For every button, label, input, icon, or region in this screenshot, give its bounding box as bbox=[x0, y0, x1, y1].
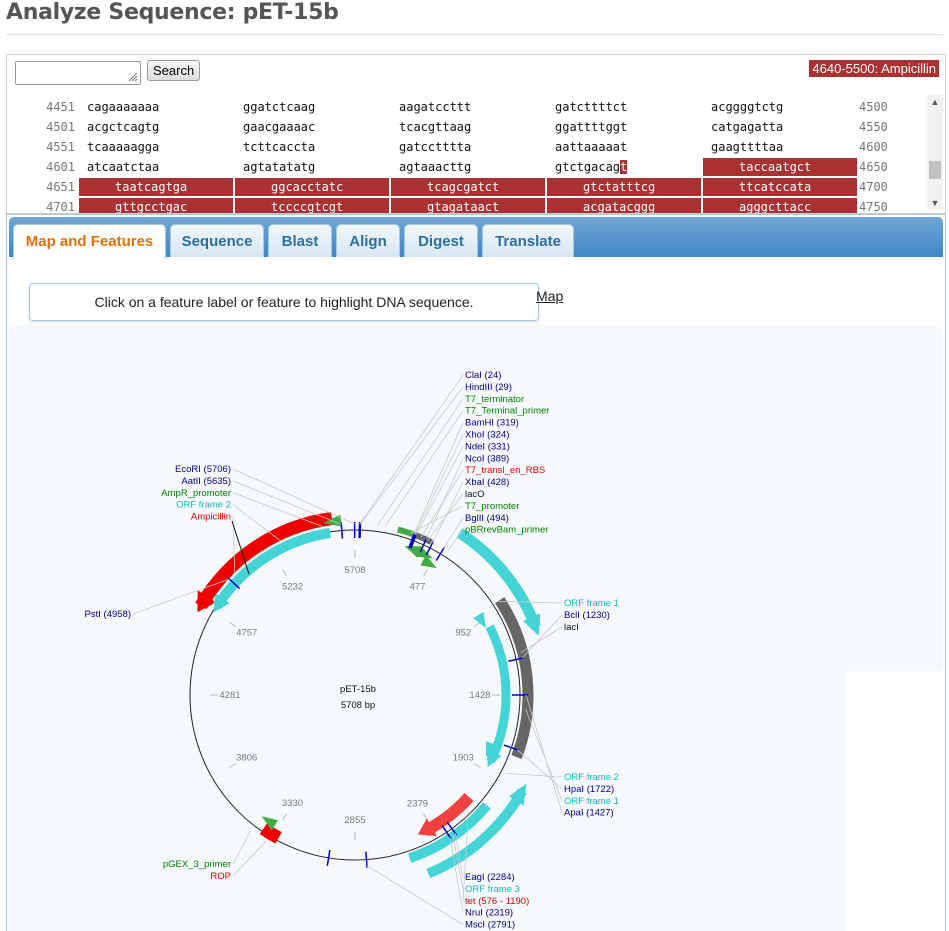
restriction-site[interactable] bbox=[436, 547, 444, 561]
leader-line bbox=[233, 493, 324, 527]
plasmid-map[interactable]: 5708 477 952 1428 1903 2379 2855 3330 3806 4281 47… bbox=[0, 0, 949, 930]
restriction-site[interactable] bbox=[341, 523, 342, 539]
feature-top-label[interactable]: pBRrevBam_primer bbox=[465, 525, 548, 536]
leader-line bbox=[415, 435, 463, 535]
feature-right-low-label[interactable]: ORF frame 1 bbox=[564, 796, 619, 807]
feature-right-low-label[interactable]: HpaI (1722) bbox=[564, 784, 614, 795]
position-tick-label: 477 bbox=[410, 582, 426, 593]
feature-top-label[interactable]: T7_promoter bbox=[465, 501, 519, 512]
leader-line bbox=[367, 866, 463, 925]
position-tick bbox=[229, 763, 236, 767]
feature-left-label[interactable]: AmpR_promoter bbox=[161, 488, 231, 499]
orf-frame-2-lower-feature[interactable] bbox=[428, 791, 522, 874]
leader-line bbox=[526, 695, 562, 813]
feature-top-label[interactable]: XbaI (428) bbox=[465, 477, 509, 488]
feature-top-label[interactable]: T7_transl_en_RBS bbox=[465, 465, 545, 476]
feature-pst-label[interactable]: PstI (4958) bbox=[85, 609, 131, 620]
leader-line bbox=[233, 831, 251, 864]
position-tick-label: 1903 bbox=[453, 753, 474, 764]
position-tick-label: 4757 bbox=[236, 627, 257, 638]
position-tick bbox=[283, 569, 287, 576]
restriction-site[interactable] bbox=[360, 522, 361, 538]
leader-line bbox=[414, 423, 463, 535]
position-tick bbox=[282, 814, 286, 821]
leader-line bbox=[360, 375, 463, 524]
position-tick-label: 3806 bbox=[236, 752, 257, 763]
leader-line bbox=[233, 505, 281, 541]
position-tick bbox=[229, 622, 236, 626]
leader-line bbox=[416, 446, 463, 535]
position-tick bbox=[424, 569, 428, 576]
position-tick-label: 4281 bbox=[219, 690, 240, 701]
feature-right-mid-label[interactable]: lacI bbox=[564, 622, 579, 633]
leader-line bbox=[448, 530, 463, 552]
feature-top-label[interactable]: NdeI (331) bbox=[465, 441, 510, 452]
feature-right-mid-label[interactable]: BclI (1230) bbox=[564, 610, 610, 621]
position-tick-label: 952 bbox=[455, 628, 471, 639]
feature-left-bottom-label[interactable]: pGEX_3_primer bbox=[163, 859, 231, 870]
leader-line bbox=[233, 841, 266, 876]
position-tick-label: 2379 bbox=[407, 798, 428, 809]
leader-line bbox=[360, 387, 463, 524]
feature-top-label[interactable]: lacO bbox=[465, 489, 485, 500]
position-tick-label: 1428 bbox=[469, 690, 490, 701]
feature-top-label[interactable]: NcoI (389) bbox=[465, 453, 509, 464]
feature-top-label[interactable]: T7_terminator bbox=[465, 394, 524, 405]
feature-left-label[interactable]: ORF frame 2 bbox=[176, 500, 231, 511]
rop-feature[interactable] bbox=[263, 829, 278, 838]
plasmid-name: pET-15b bbox=[340, 684, 376, 695]
feature-top-label[interactable]: BglII (494) bbox=[465, 513, 509, 524]
feature-top-label[interactable]: T7_Terminal_primer bbox=[465, 406, 549, 417]
feature-right-low-label[interactable]: ApaI (1427) bbox=[564, 808, 614, 819]
leader-line bbox=[378, 399, 463, 526]
feature-right-low-label[interactable]: ORF frame 2 bbox=[564, 772, 619, 783]
feature-bottom-label[interactable]: ORF frame 3 bbox=[465, 884, 520, 895]
feature-top-label[interactable]: BamHI (319) bbox=[465, 418, 519, 429]
position-tick-label: 5708 bbox=[344, 565, 365, 576]
feature-top-label[interactable]: ClaI (24) bbox=[465, 370, 501, 381]
feature-left-label[interactable]: Ampicillin bbox=[191, 512, 231, 523]
feature-top-label[interactable]: HindIII (29) bbox=[465, 382, 512, 393]
position-tick-label: 2855 bbox=[344, 815, 365, 826]
position-tick-label: 5232 bbox=[282, 582, 303, 593]
restriction-site[interactable] bbox=[366, 852, 367, 868]
leader-line bbox=[450, 837, 463, 913]
plasmid-length: 5708 bp bbox=[341, 700, 375, 711]
feature-right-mid-label[interactable]: ORF frame 1 bbox=[564, 598, 619, 609]
feature-left-label[interactable]: EcoRI (5706) bbox=[175, 464, 231, 475]
leader-line bbox=[507, 773, 562, 777]
feature-left-label[interactable]: AatII (5635) bbox=[181, 476, 231, 487]
position-tick bbox=[474, 764, 481, 768]
feature-bottom-label[interactable]: MscI (2791) bbox=[465, 920, 515, 930]
feature-bottom-label[interactable]: EagI (2284) bbox=[465, 872, 515, 883]
leader-line bbox=[233, 481, 341, 525]
orf-frame-1-inner-feature[interactable] bbox=[490, 627, 506, 762]
leader-line bbox=[525, 709, 562, 801]
feature-top-label[interactable]: XhoI (324) bbox=[465, 430, 509, 441]
feature-bottom-label[interactable]: tet (576 - 1190) bbox=[465, 896, 529, 907]
position-tick-label: 3330 bbox=[282, 798, 303, 809]
feature-left-bottom-label[interactable]: ROP bbox=[210, 871, 231, 882]
leader-line bbox=[521, 627, 562, 653]
feature-bottom-label[interactable]: NruI (2319) bbox=[465, 908, 513, 919]
